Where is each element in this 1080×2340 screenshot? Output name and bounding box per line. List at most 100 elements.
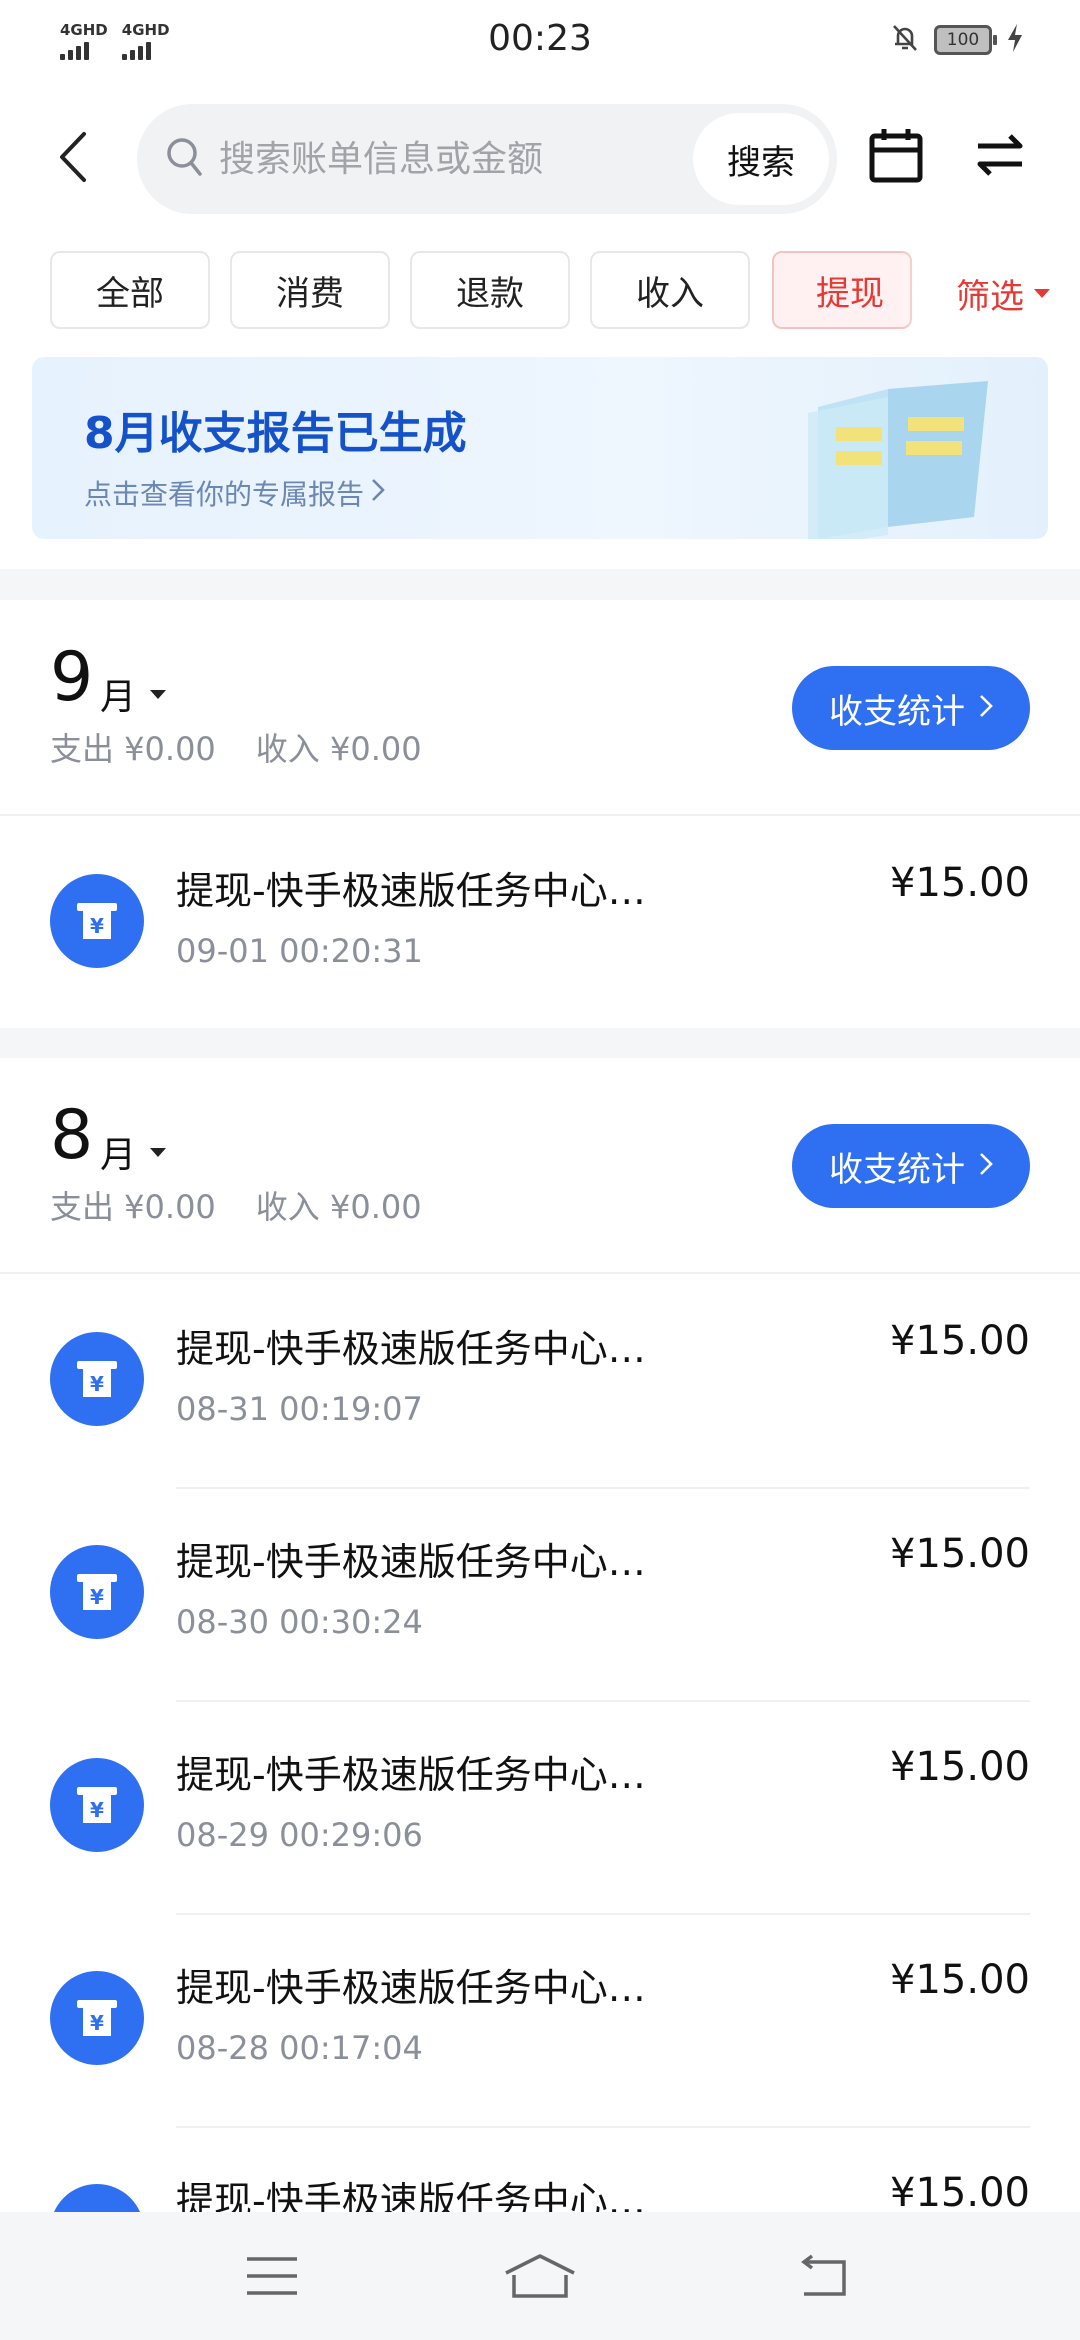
switch-button[interactable]	[974, 130, 1026, 186]
transaction-row[interactable]: ¥ 提现-快手极速版任务中心… 08-29 00:29:06 ¥15.00	[0, 1700, 1080, 1913]
charging-bolt-icon	[1006, 23, 1024, 57]
calendar-icon	[868, 129, 924, 190]
atm-withdraw-icon: ¥	[50, 1758, 144, 1852]
stats-button-label: 收支统计	[829, 691, 965, 732]
transaction-row[interactable]: ¥ 提现-快手极速版任务中心… 09-01 00:20:31 ¥15.00	[0, 816, 1080, 1029]
mute-bell-icon	[890, 22, 920, 58]
caret-down-icon	[150, 689, 167, 699]
return-arrow-icon	[794, 2254, 850, 2302]
header: 搜索	[0, 84, 1080, 229]
back-nav-button[interactable]	[782, 2248, 862, 2308]
search-box[interactable]: 搜索	[137, 104, 837, 214]
chevron-right-icon	[370, 477, 386, 510]
transaction-amount: ¥15.00	[890, 1744, 1030, 1790]
row-divider	[176, 1913, 1030, 1915]
month-number: 9	[50, 638, 94, 717]
caret-down-icon	[1034, 289, 1050, 298]
transaction-title: 提现-快手极速版任务中心…	[176, 1327, 646, 1371]
book-illustration-icon	[778, 367, 1008, 539]
transaction-row[interactable]: ¥ 提现-快手极速版任务中心… 08-31 00:19:07 ¥15.00	[0, 1274, 1080, 1487]
transaction-title: 提现-快手极速版任务中心…	[176, 1966, 646, 2010]
svg-text:¥: ¥	[90, 1372, 104, 1396]
stats-button[interactable]: 收支统计	[792, 666, 1030, 750]
status-right: 100	[890, 22, 1024, 58]
calendar-button[interactable]	[868, 126, 924, 190]
row-divider	[176, 1700, 1030, 1702]
banner-title: 8月收支报告已生成	[84, 408, 467, 459]
month-number: 8	[50, 1096, 94, 1175]
atm-withdraw-icon: ¥	[50, 874, 144, 968]
month-income: 收入 ¥0.00	[255, 1188, 422, 1226]
chip-all[interactable]: 全部	[50, 251, 210, 329]
atm-withdraw-icon: ¥	[50, 1545, 144, 1639]
transaction-time: 08-28 00:17:04	[176, 2029, 423, 2067]
system-nav-bar	[0, 2212, 1080, 2340]
month-expense: 支出 ¥0.00	[50, 1188, 216, 1226]
back-arrow-icon	[58, 130, 88, 188]
filter-bar: 全部 消费 退款 收入 提现 筛选	[0, 229, 1080, 349]
chevron-right-icon	[979, 1146, 993, 1186]
transaction-row[interactable]: ¥ 提现-快手极速版任务中心… 08-30 00:30:24 ¥15.00	[0, 1487, 1080, 1700]
chip-refund[interactable]: 退款	[410, 251, 570, 329]
transaction-title: 提现-快手极速版任务中心…	[176, 2179, 646, 2212]
transaction-row[interactable]: ¥ 提现-快手极速版任务中心… ¥15.00	[0, 2126, 1080, 2212]
transaction-row[interactable]: ¥ 提现-快手极速版任务中心… 08-28 00:17:04 ¥15.00	[0, 1913, 1080, 2126]
svg-text:¥: ¥	[90, 1585, 104, 1609]
menu-button[interactable]	[232, 2248, 312, 2308]
month-unit-label: 月	[100, 677, 137, 718]
home-icon	[502, 2253, 578, 2303]
transaction-amount: ¥15.00	[890, 1531, 1030, 1577]
transaction-time: 09-01 00:20:31	[176, 932, 423, 970]
search-input[interactable]	[219, 129, 599, 189]
transaction-time: 08-29 00:29:06	[176, 1816, 423, 1854]
transaction-title: 提现-快手极速版任务中心…	[176, 1540, 646, 1584]
month-section-sep: 9 月 支出 ¥0.00 收入 ¥0.00 收支统计 ¥ 提现-快手极速版任务中…	[0, 600, 1080, 1028]
banner-subtitle: 点击查看你的专属报告	[84, 473, 386, 513]
transaction-time: 08-30 00:30:24	[176, 1603, 423, 1641]
transaction-amount: ¥15.00	[890, 1957, 1030, 2003]
transaction-time: 08-31 00:19:07	[176, 1390, 423, 1428]
month-header: 9 月 支出 ¥0.00 收入 ¥0.00 收支统计	[0, 600, 1080, 816]
transaction-amount: ¥15.00	[890, 2170, 1030, 2212]
chip-consume[interactable]: 消费	[230, 251, 390, 329]
back-button[interactable]	[48, 124, 98, 194]
status-bar: 4GHD 4GHD 00:23 100	[0, 0, 1080, 84]
stats-button[interactable]: 收支统计	[792, 1124, 1030, 1208]
month-expense: 支出 ¥0.00	[50, 730, 216, 768]
svg-text:¥: ¥	[90, 914, 104, 938]
filter-button[interactable]: 筛选	[956, 269, 1050, 318]
swap-arrows-icon	[974, 134, 1026, 184]
atm-withdraw-icon: ¥	[50, 1971, 144, 2065]
chevron-right-icon	[979, 688, 993, 728]
month-header: 8 月 支出 ¥0.00 收入 ¥0.00 收支统计	[0, 1058, 1080, 1274]
battery-icon: 100	[934, 25, 997, 55]
row-divider	[176, 1487, 1030, 1489]
row-divider	[176, 2126, 1030, 2128]
atm-withdraw-icon: ¥	[50, 1332, 144, 1426]
month-summary: 支出 ¥0.00 收入 ¥0.00	[50, 1182, 422, 1228]
month-picker[interactable]: 月	[100, 668, 167, 720]
banner-subtitle-text: 点击查看你的专属报告	[84, 478, 365, 511]
svg-text:¥: ¥	[90, 1798, 104, 1822]
month-income: 收入 ¥0.00	[255, 730, 422, 768]
stats-button-label: 收支统计	[829, 1149, 965, 1190]
caret-down-icon	[150, 1147, 167, 1157]
menu-lines-icon	[245, 2255, 299, 2301]
chip-withdraw[interactable]: 提现	[772, 251, 912, 329]
month-unit-label: 月	[100, 1135, 137, 1176]
home-button[interactable]	[500, 2248, 580, 2308]
atm-withdraw-icon: ¥	[50, 2184, 144, 2212]
month-picker[interactable]: 月	[100, 1126, 167, 1178]
transaction-title: 提现-快手极速版任务中心…	[176, 869, 646, 913]
transaction-amount: ¥15.00	[890, 860, 1030, 906]
report-banner[interactable]: 8月收支报告已生成 点击查看你的专属报告	[32, 357, 1048, 539]
chip-income[interactable]: 收入	[590, 251, 750, 329]
svg-text:¥: ¥	[90, 2011, 104, 2035]
filter-label: 筛选	[956, 277, 1024, 317]
banner-wrap: 8月收支报告已生成 点击查看你的专属报告	[0, 349, 1080, 569]
search-button[interactable]: 搜索	[693, 113, 829, 205]
month-section-aug: 8 月 支出 ¥0.00 收入 ¥0.00 收支统计 ¥ 提现-快手极速版任务中…	[0, 1058, 1080, 2212]
search-icon	[165, 136, 205, 184]
month-summary: 支出 ¥0.00 收入 ¥0.00	[50, 724, 422, 770]
transaction-amount: ¥15.00	[890, 1318, 1030, 1364]
